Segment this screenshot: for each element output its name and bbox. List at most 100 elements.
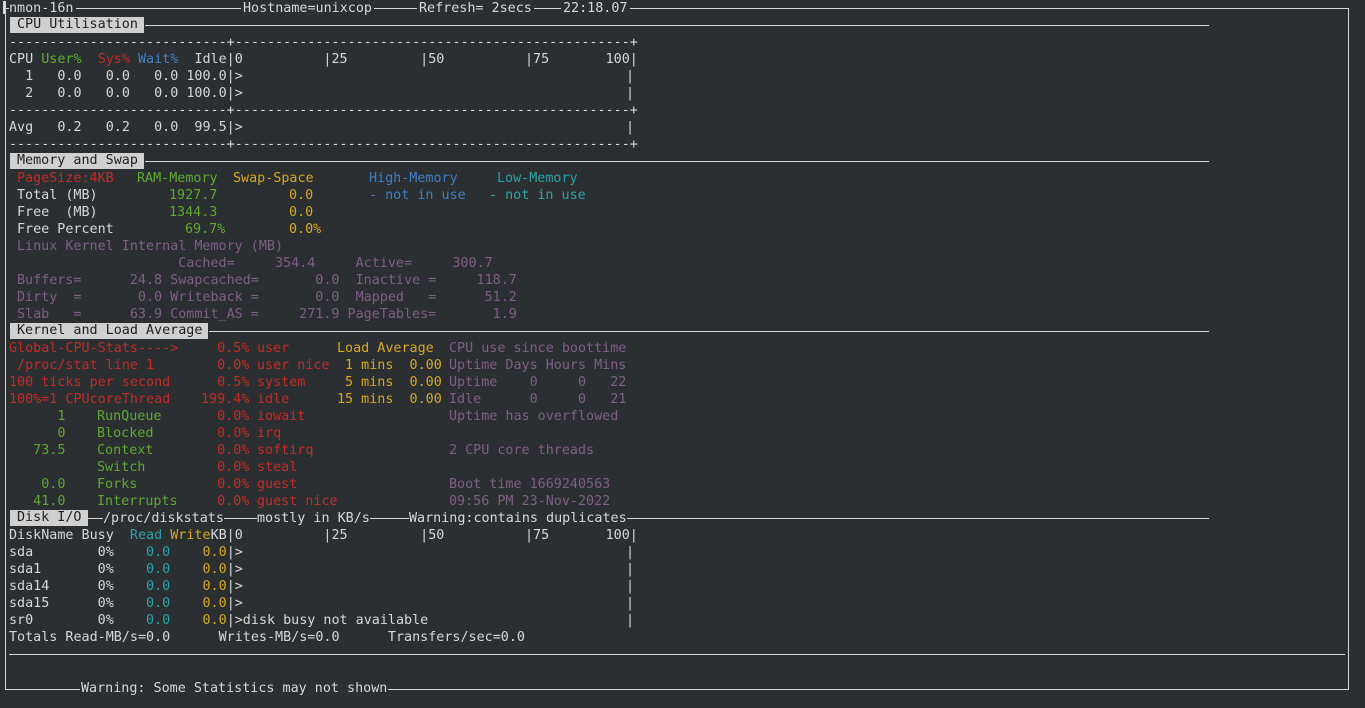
- kernel-counter-label: RunQueue: [97, 409, 162, 424]
- cpu-divider-mid: ---------------------------+------------…: [9, 103, 638, 118]
- uptime-text: Uptime Days Hours Mins: [449, 358, 627, 373]
- cpu-stat-percent: 0.0%: [201, 477, 250, 492]
- cpu-stat-percent: 0.5%: [201, 341, 250, 356]
- kernel-left-text: /proc/stat line 1: [9, 358, 155, 373]
- cpu-stat-percent: 199.4%: [201, 392, 250, 407]
- disk-row-read: 0.0: [129, 545, 171, 560]
- cpu-stat-name: iowait: [257, 409, 306, 424]
- memory-ram-header: RAM-Memory: [137, 171, 218, 186]
- kernel-counter-label: Interrupts: [97, 494, 178, 509]
- cpu-stat-percent: 0.0%: [201, 443, 250, 458]
- kernel-counter-value: 0: [9, 426, 66, 441]
- memory-free-label: Free (MB): [17, 205, 98, 220]
- cpu-stat-name: system: [257, 375, 306, 390]
- cpu-stat-percent: 0.0%: [201, 409, 250, 424]
- frame-top-border: [5, 8, 1348, 9]
- cpu-header-sys: Sys%: [97, 52, 130, 67]
- cpu-header-wait: Wait%: [138, 52, 179, 67]
- memory-total-label: Total (MB): [17, 188, 98, 203]
- kernel-memory-line: Slab = 63.9 Commit_AS = 271.9 PageTables…: [17, 307, 517, 322]
- disk-subtitle-source: /proc/diskstats: [103, 510, 224, 527]
- cpu-stat-name: idle: [257, 392, 290, 407]
- disk-row-end: |: [626, 562, 635, 577]
- disk-section-bottom-rule: [9, 654, 1345, 655]
- disk-header-name: DiskName Busy: [9, 528, 122, 543]
- memory-high-value: - not in use: [369, 188, 466, 203]
- kernel-left-text: 100%=1 CPUcoreThread: [9, 392, 171, 407]
- kernel-counter-label: Forks: [97, 477, 138, 492]
- cpu-stat-name: steal: [257, 460, 298, 475]
- disk-section-title: Disk I/O: [10, 510, 88, 526]
- memory-total-ram: 1927.7: [169, 188, 218, 203]
- disk-row-end: |: [626, 545, 635, 560]
- disk-row: sda1 0% 0.0 0.0|>: [9, 561, 243, 578]
- disk-row-write: 0.0: [170, 579, 227, 594]
- cpu-stat-percent: 0.0%: [201, 460, 250, 475]
- disk-row-read: 0.0: [129, 596, 171, 611]
- disk-row-read: 0.0: [129, 562, 171, 577]
- cpu-section-rule: [145, 25, 1209, 26]
- load-average-row: 15 mins 0.00: [337, 392, 442, 407]
- memory-freepct-ram: 69.7%: [185, 222, 226, 237]
- disk-row-read: 0.0: [129, 613, 171, 628]
- disk-header-read: Read: [121, 528, 163, 543]
- refresh-label: Refresh= 2secs: [417, 0, 534, 17]
- kernel-counter-label: Blocked: [97, 426, 154, 441]
- disk-header-scale: KB|0 |25 |50 |75 100|: [210, 528, 638, 543]
- kernel-memory-title: Linux Kernel Internal Memory (MB): [17, 239, 284, 254]
- cpu-stat-name: user: [257, 341, 290, 356]
- disk-row-name: sda14 0%: [9, 579, 130, 594]
- load-average-row: 5 mins 0.00: [337, 375, 442, 390]
- disk-row-bar: |>: [226, 579, 243, 594]
- disk-row: sda15 0% 0.0 0.0|>: [9, 595, 243, 612]
- uptime-text: 09:56 PM 23-Nov-2022: [449, 494, 611, 509]
- disk-header: DiskName Busy Read WriteKB|0 |25 |50 |75…: [9, 527, 638, 544]
- memory-free-swap: 0.0: [289, 205, 314, 220]
- cpu-avg-row: Avg 0.2 0.2 0.0 99.5|>: [9, 120, 243, 135]
- kernel-counter-value: 41.0: [9, 494, 66, 509]
- hostname-label: Hostname=unixcop: [241, 0, 374, 17]
- kernel-left-text: Global-CPU-Stats---->: [9, 341, 179, 356]
- uptime-text: Uptime has overflowed: [449, 409, 619, 424]
- disk-row-read: 0.0: [129, 579, 171, 594]
- cpu-row-1: 1 0.0 0.0 0.0 100.0|>: [9, 69, 243, 84]
- kernel-section-title: Kernel and Load Average: [10, 323, 209, 339]
- cpu-header-user: User%: [41, 52, 82, 67]
- footer-warning: Warning: Some Statistics may not shown: [80, 680, 389, 697]
- disk-row-end: |: [626, 613, 635, 628]
- disk-row-write: 0.0: [170, 562, 227, 577]
- disk-header-write: Write: [162, 528, 211, 543]
- cpu-stat-name: user nice: [257, 358, 330, 373]
- kernel-memory-line: Dirty = 0.0 Writeback = 0.0 Mapped = 51.…: [17, 290, 517, 305]
- app-title: nmon-16n: [9, 0, 76, 17]
- cpu-stat-name: guest nice: [257, 494, 338, 509]
- cpu-stat-name: guest: [257, 477, 298, 492]
- disk-totals: Totals Read-MB/s=0.0 Writes-MB/s=0.0 Tra…: [9, 630, 525, 645]
- disk-row: sda 0% 0.0 0.0|>: [9, 544, 243, 561]
- cpu-section-title: CPU Utilisation: [10, 17, 144, 33]
- cpu-stat-percent: 0.0%: [201, 426, 250, 441]
- uptime-text: Uptime 0 0 22: [449, 375, 627, 390]
- disk-row-write: 0.0: [170, 613, 227, 628]
- disk-row-write: 0.0: [170, 545, 227, 560]
- memory-section-title: Memory and Swap: [10, 153, 144, 169]
- frame-left-border: [5, 8, 6, 690]
- disk-row-name: sda 0%: [9, 545, 130, 560]
- memory-swap-header: Swap-Space: [233, 171, 314, 186]
- disk-row-name: sr0 0%: [9, 613, 130, 628]
- kernel-counter-label: Context: [97, 443, 154, 458]
- load-average-row: 1 mins 0.00: [337, 358, 442, 373]
- cpu-stat-percent: 0.0%: [201, 494, 250, 509]
- memory-pagesize: PageSize:4KB: [17, 171, 114, 186]
- kernel-counter-label: Switch: [97, 460, 146, 475]
- clock-label: 22:18.07: [561, 0, 630, 17]
- disk-row-write: 0.0: [170, 596, 227, 611]
- disk-row: sr0 0% 0.0 0.0|>disk busy not available: [9, 612, 428, 629]
- uptime-text: Idle 0 0 21: [449, 392, 627, 407]
- memory-section-rule: [145, 161, 1209, 162]
- uptime-text: 2 CPU core threads: [449, 443, 595, 458]
- memory-total-swap: 0.0: [289, 188, 314, 203]
- disk-row-name: sda15 0%: [9, 596, 130, 611]
- kernel-section-rule: [209, 331, 1209, 332]
- uptime-text: Boot time 1669240563: [449, 477, 611, 492]
